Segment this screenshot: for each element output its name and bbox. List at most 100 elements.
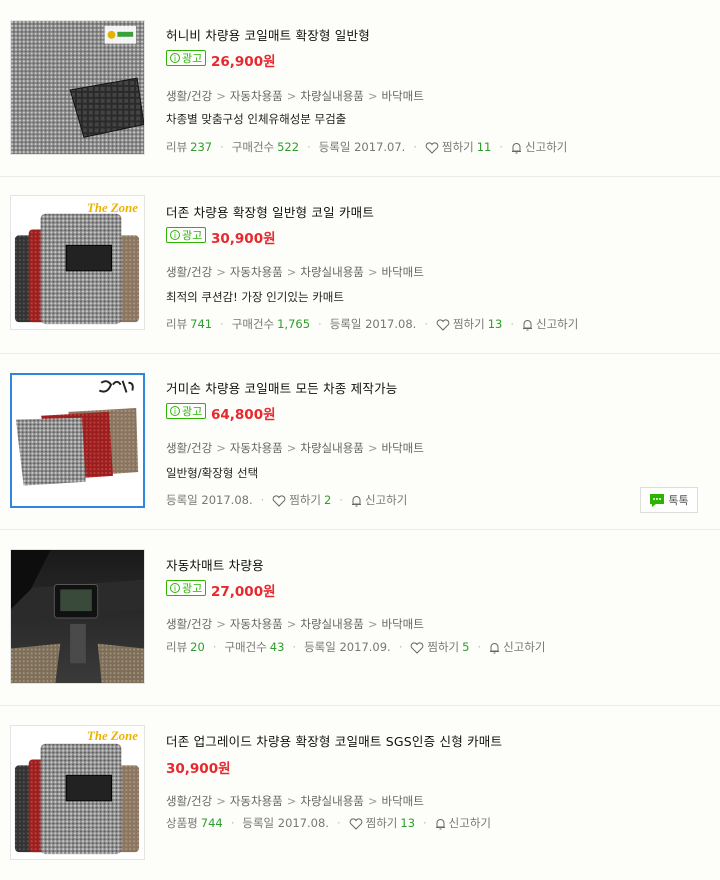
- product-thumbnail[interactable]: [10, 373, 145, 508]
- report-button[interactable]: 신고하기: [522, 316, 578, 332]
- ad-badge[interactable]: i 광고: [166, 580, 207, 596]
- purchase-count: 구매건수 522: [231, 140, 300, 154]
- category-link[interactable]: 바닥매트: [382, 617, 424, 631]
- bell-icon: [523, 319, 533, 330]
- chevron-right-icon: >: [216, 265, 226, 279]
- report-button[interactable]: 신고하기: [435, 815, 491, 831]
- category-link[interactable]: 생활/건강: [166, 89, 212, 103]
- separator-dot: ·: [336, 816, 341, 830]
- info-icon: i: [170, 406, 180, 416]
- product-price: 27,000원: [211, 584, 276, 600]
- category-link[interactable]: 생활/건강: [166, 617, 212, 631]
- product-meta: 리뷰 20 · 구매건수 43 · 등록일 2017.09. · 찜하기 5 · 신고…: [166, 639, 545, 655]
- chevron-right-icon: >: [367, 617, 378, 631]
- category-link[interactable]: 바닥매트: [382, 441, 424, 455]
- product-meta: 상품평 744 · 등록일 2017.08. · 찜하기 13 · 신고하기: [166, 815, 491, 831]
- category-link[interactable]: 자동차용품: [230, 265, 283, 279]
- chevron-right-icon: >: [216, 794, 226, 808]
- chevron-right-icon: >: [367, 265, 378, 279]
- separator-dot: ·: [510, 317, 515, 331]
- category-link[interactable]: 생활/건강: [166, 441, 212, 455]
- ad-badge[interactable]: i 광고: [166, 227, 207, 243]
- heart-icon: [436, 318, 450, 331]
- separator-dot: ·: [499, 140, 504, 154]
- bell-icon: [352, 495, 361, 506]
- chevron-right-icon: >: [286, 89, 297, 103]
- separator-dot: ·: [230, 816, 235, 830]
- wish-button[interactable]: 찜하기 2: [272, 492, 331, 508]
- product-meta: 리뷰 237 · 구매건수 522 · 등록일 2017.07. · 찜하기 11 ·…: [166, 139, 567, 155]
- category-link[interactable]: 자동차용품: [230, 617, 283, 631]
- report-button[interactable]: 신고하기: [511, 139, 567, 155]
- register-date: 등록일 2017.08.: [166, 493, 253, 507]
- wish-button[interactable]: 찜하기 11: [425, 139, 491, 155]
- chevron-right-icon: >: [286, 265, 297, 279]
- chevron-right-icon: >: [367, 441, 378, 455]
- register-date: 등록일 2017.08.: [242, 816, 329, 830]
- separator-dot: ·: [477, 640, 482, 654]
- ad-badge[interactable]: i 광고: [166, 403, 207, 419]
- purchase-count: 구매건수 1,765: [231, 317, 311, 331]
- bell-icon: [435, 818, 445, 829]
- category-link[interactable]: 생활/건강: [166, 265, 212, 279]
- review-link[interactable]: 리뷰 20: [166, 639, 205, 655]
- category-link[interactable]: 차량실내용품: [300, 265, 363, 279]
- wish-button[interactable]: 찜하기 5: [410, 639, 469, 655]
- category-link[interactable]: 자동차용품: [230, 441, 283, 455]
- product-title[interactable]: 자동차매트 차량용: [166, 555, 264, 574]
- product-thumbnail[interactable]: [10, 20, 145, 155]
- report-button[interactable]: 신고하기: [351, 492, 407, 508]
- register-date: 등록일 2017.09.: [304, 640, 391, 654]
- category-link[interactable]: 차량실내용품: [300, 441, 363, 455]
- separator-dot: ·: [220, 140, 224, 154]
- product-price: 30,900원: [211, 231, 276, 247]
- review-link[interactable]: 리뷰 237: [166, 139, 212, 155]
- category-link[interactable]: 바닥매트: [382, 265, 424, 279]
- product-thumbnail[interactable]: The Zone: [10, 195, 145, 330]
- product-title[interactable]: 더존 업그레이드 차량용 확장형 코일매트 SGS인증 신형 카매트: [166, 731, 502, 750]
- category-link[interactable]: 바닥매트: [382, 89, 424, 103]
- category-link[interactable]: 바닥매트: [382, 794, 424, 808]
- product-meta: 등록일 2017.08. · 찜하기 2 · 신고하기: [166, 492, 407, 508]
- category-link[interactable]: 차량실내용품: [300, 794, 363, 808]
- separator-dot: ·: [318, 317, 322, 331]
- product-thumbnail[interactable]: The Zone: [10, 725, 145, 860]
- rating-link[interactable]: 상품평 744: [166, 815, 223, 831]
- register-date: 등록일 2017.08.: [329, 317, 417, 331]
- category-link[interactable]: 생활/건강: [166, 794, 212, 808]
- category-link[interactable]: 차량실내용품: [300, 89, 363, 103]
- bell-icon: [490, 642, 500, 653]
- separator-dot: ·: [423, 816, 427, 830]
- product-price: 26,900원: [211, 54, 276, 70]
- product-price: 30,900원: [166, 761, 231, 777]
- info-icon: i: [170, 583, 180, 593]
- separator-dot: ·: [424, 317, 428, 331]
- heart-icon: [425, 141, 439, 154]
- category-link[interactable]: 자동차용품: [230, 794, 283, 808]
- wish-button[interactable]: 찜하기 13: [349, 815, 415, 831]
- category-breadcrumb: 생활/건강 > 자동차용품 > 차량실내용품 > 바닥매트: [166, 616, 424, 632]
- divider: [0, 176, 720, 177]
- separator-dot: ·: [413, 140, 417, 154]
- wish-button[interactable]: 찜하기 13: [436, 316, 502, 332]
- bell-icon: [512, 142, 522, 153]
- chevron-right-icon: >: [286, 617, 297, 631]
- product-thumbnail[interactable]: [10, 549, 145, 684]
- report-button[interactable]: 신고하기: [489, 639, 545, 655]
- ad-badge[interactable]: i 광고: [166, 50, 207, 66]
- separator-dot: ·: [398, 640, 403, 654]
- info-icon: i: [170, 53, 180, 63]
- talktalk-button[interactable]: 톡톡: [640, 487, 698, 513]
- register-date: 등록일 2017.07.: [318, 140, 406, 154]
- chevron-right-icon: >: [216, 441, 226, 455]
- product-title[interactable]: 더존 차량용 확장형 일반형 코일 카매트: [166, 202, 374, 221]
- divider: [0, 705, 720, 706]
- heart-icon: [272, 494, 286, 507]
- category-link[interactable]: 자동차용품: [230, 89, 283, 103]
- chat-icon: [650, 493, 665, 507]
- review-link[interactable]: 리뷰 741: [166, 316, 212, 332]
- category-link[interactable]: 차량실내용품: [300, 617, 363, 631]
- chevron-right-icon: >: [286, 441, 297, 455]
- product-title[interactable]: 거미손 차량용 코일매트 모든 차종 제작가능: [166, 378, 397, 397]
- product-title[interactable]: 허니비 차량용 코일매트 확장형 일반형: [166, 25, 370, 44]
